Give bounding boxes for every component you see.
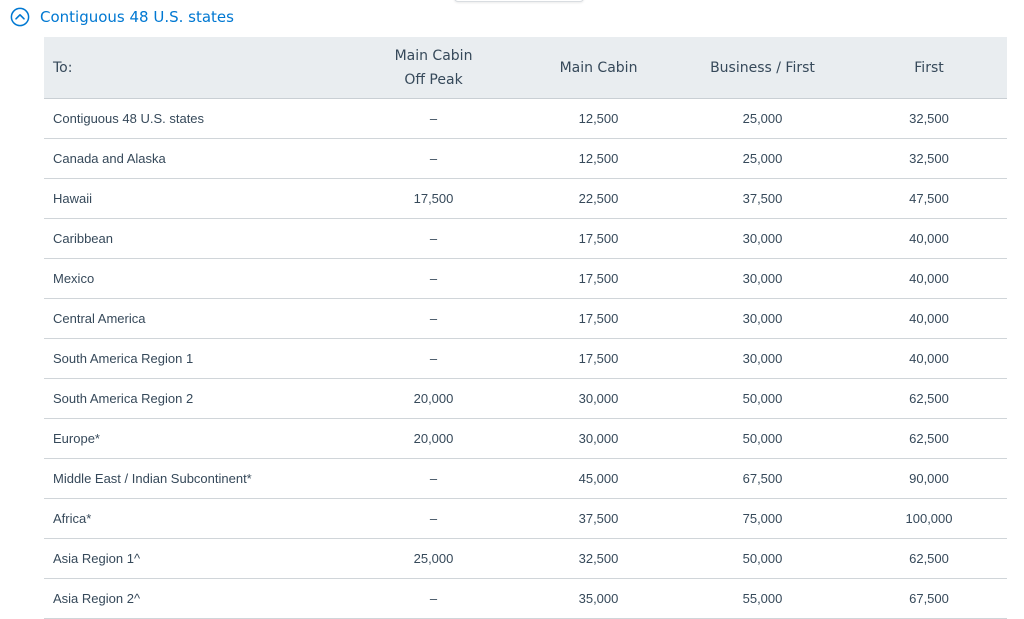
- cell-main-cabin: 17,500: [523, 258, 674, 299]
- table-row: Asia Region 2^ –35,000 55,000 67,500: [44, 578, 1007, 619]
- award-chart-table: To: Main Cabin Off Peak Main Cabin Busin…: [44, 37, 1007, 619]
- cell-destination: South America Region 2: [44, 378, 344, 419]
- cell-main-cabin-off-peak: 17,500: [344, 178, 523, 219]
- header-first: First: [851, 37, 1007, 99]
- header-main-cabin-off-peak: Main Cabin Off Peak: [344, 37, 523, 99]
- cell-main-cabin: 45,000: [523, 458, 674, 499]
- header-main-cabin-off-peak-line2: Off Peak: [404, 71, 463, 88]
- cell-destination: Hawaii: [44, 178, 344, 219]
- cell-first: 40,000: [851, 298, 1007, 339]
- cell-main-cabin-off-peak: –: [344, 258, 523, 299]
- cell-destination: Caribbean: [44, 218, 344, 259]
- cell-business-first: 30,000: [674, 338, 851, 379]
- table-header: To: Main Cabin Off Peak Main Cabin Busin…: [44, 37, 1007, 99]
- header-destination: To:: [44, 37, 344, 99]
- cell-first: 62,500: [851, 538, 1007, 579]
- cell-business-first: 75,000: [674, 498, 851, 539]
- header-business-first: Business / First: [674, 37, 851, 99]
- cell-business-first: 25,000: [674, 138, 851, 179]
- cell-main-cabin: 17,500: [523, 218, 674, 259]
- cell-first: 90,000: [851, 458, 1007, 499]
- cell-main-cabin-off-peak: –: [344, 218, 523, 259]
- table-row: Caribbean –17,500 30,000 40,000: [44, 218, 1007, 259]
- cell-business-first: 50,000: [674, 418, 851, 459]
- cell-main-cabin-off-peak: –: [344, 458, 523, 499]
- cell-first: 32,500: [851, 98, 1007, 139]
- cell-destination: Europe*: [44, 418, 344, 459]
- table-row: Middle East / Indian Subcontinent* –45,00…: [44, 458, 1007, 499]
- cell-destination: South America Region 1: [44, 338, 344, 379]
- cell-first: 62,500: [851, 378, 1007, 419]
- table-row: South America Region 1–17,500 30,000 40,00…: [44, 338, 1007, 379]
- accordion-toggle[interactable]: Contiguous 48 U.S. states: [10, 5, 234, 29]
- cell-business-first: 30,000: [674, 218, 851, 259]
- accordion-title: Contiguous 48 U.S. states: [40, 8, 234, 26]
- cell-main-cabin: 37,500: [523, 498, 674, 539]
- cell-destination: Central America: [44, 298, 344, 339]
- cell-main-cabin: 35,000: [523, 578, 674, 619]
- cell-main-cabin: 12,500: [523, 98, 674, 139]
- cell-main-cabin: 30,000: [523, 378, 674, 419]
- cell-destination: Middle East / Indian Subcontinent*: [44, 458, 344, 499]
- cell-business-first: 25,000: [674, 98, 851, 139]
- table-row: Canada and Alaska –12,500 25,000 32,500: [44, 138, 1007, 179]
- cell-business-first: 55,000: [674, 578, 851, 619]
- cell-first: 62,500: [851, 418, 1007, 459]
- table-row: Africa* –37,500 75,000 100,000: [44, 498, 1007, 539]
- table-row: Contiguous 48 U.S. states –12,500 25,000 32…: [44, 98, 1007, 139]
- cell-destination: Mexico: [44, 258, 344, 299]
- top-tab-edge: [454, 0, 584, 2]
- chevron-up-circle-icon: [10, 7, 30, 27]
- header-main-cabin-off-peak-line1: Main Cabin: [394, 47, 473, 64]
- cell-main-cabin: 17,500: [523, 338, 674, 379]
- cell-main-cabin-off-peak: –: [344, 98, 523, 139]
- cell-business-first: 67,500: [674, 458, 851, 499]
- cell-main-cabin: 32,500: [523, 538, 674, 579]
- cell-destination: Africa*: [44, 498, 344, 539]
- award-chart-table-container: To: Main Cabin Off Peak Main Cabin Busin…: [44, 37, 1007, 619]
- cell-first: 67,500: [851, 578, 1007, 619]
- table-row: South America Region 2 20,000 30,000 50,000…: [44, 378, 1007, 419]
- cell-business-first: 37,500: [674, 178, 851, 219]
- table-row: Hawaii 17,500 22,500 37,500 47,500: [44, 178, 1007, 219]
- table-body: Contiguous 48 U.S. states –12,500 25,000 32…: [44, 98, 1007, 619]
- cell-first: 40,000: [851, 258, 1007, 299]
- cell-main-cabin-off-peak: –: [344, 498, 523, 539]
- cell-main-cabin-off-peak: –: [344, 298, 523, 339]
- cell-destination: Asia Region 1^: [44, 538, 344, 579]
- cell-main-cabin-off-peak: 25,000: [344, 538, 523, 579]
- cell-main-cabin: 12,500: [523, 138, 674, 179]
- cell-main-cabin-off-peak: –: [344, 578, 523, 619]
- cell-main-cabin-off-peak: 20,000: [344, 418, 523, 459]
- table-row: Asia Region 1^ 25,000 32,500 50,000 62,500: [44, 538, 1007, 579]
- cell-main-cabin-off-peak: –: [344, 338, 523, 379]
- cell-business-first: 50,000: [674, 538, 851, 579]
- cell-destination: Asia Region 2^: [44, 578, 344, 619]
- table-row: Mexico –17,500 30,000 40,000: [44, 258, 1007, 299]
- cell-main-cabin-off-peak: –: [344, 138, 523, 179]
- cell-first: 40,000: [851, 218, 1007, 259]
- cell-business-first: 30,000: [674, 298, 851, 339]
- cell-main-cabin: 22,500: [523, 178, 674, 219]
- cell-main-cabin: 30,000: [523, 418, 674, 459]
- cell-first: 40,000: [851, 338, 1007, 379]
- cell-first: 47,500: [851, 178, 1007, 219]
- cell-destination: Canada and Alaska: [44, 138, 344, 179]
- table-row: Central America –17,500 30,000 40,000: [44, 298, 1007, 339]
- cell-business-first: 50,000: [674, 378, 851, 419]
- header-main-cabin: Main Cabin: [523, 37, 674, 99]
- cell-main-cabin: 17,500: [523, 298, 674, 339]
- cell-first: 100,000: [851, 498, 1007, 539]
- table-row: Europe* 20,000 30,000 50,000 62,500: [44, 418, 1007, 459]
- cell-first: 32,500: [851, 138, 1007, 179]
- cell-main-cabin-off-peak: 20,000: [344, 378, 523, 419]
- cell-business-first: 30,000: [674, 258, 851, 299]
- cell-destination: Contiguous 48 U.S. states: [44, 98, 344, 139]
